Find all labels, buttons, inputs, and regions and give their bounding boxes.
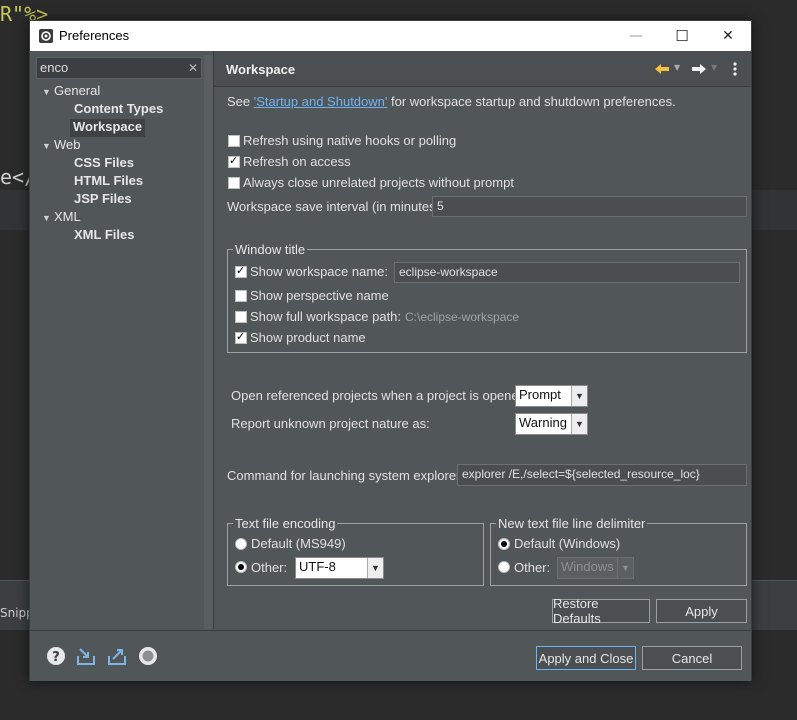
chevron-down-icon[interactable]: ▼ xyxy=(367,558,383,578)
pane-divider[interactable] xyxy=(213,51,214,629)
chevron-down-icon[interactable]: ▼ xyxy=(617,558,633,578)
close-button[interactable]: ✕ xyxy=(705,21,751,51)
tree-item-label: XML xyxy=(54,209,81,224)
refresh-access-checkbox[interactable] xyxy=(228,154,240,168)
show-perspective-name-label[interactable]: Show perspective name xyxy=(250,288,389,303)
encoding-other-radio[interactable] xyxy=(235,561,247,573)
apply-button[interactable]: Apply xyxy=(656,599,747,623)
delimiter-default-radio[interactable] xyxy=(498,538,510,550)
startup-shutdown-link[interactable]: 'Startup and Shutdown' xyxy=(254,94,388,109)
maximize-button[interactable]: ☐ xyxy=(659,21,705,51)
tree-item-jsp-files[interactable]: JSP Files xyxy=(74,191,132,209)
dialog-title: Preferences xyxy=(59,28,130,43)
intro-text: See 'Startup and Shutdown' for workspace… xyxy=(227,94,676,109)
delimiter-select[interactable]: Windows ▼ xyxy=(557,557,634,579)
explorer-command-input[interactable]: explorer /E,/select=${selected_resource_… xyxy=(457,464,747,486)
svg-text:?: ? xyxy=(52,650,60,665)
close-icon: ✕ xyxy=(722,28,734,44)
chevron-down-icon[interactable]: ▼ xyxy=(571,414,587,434)
tree-item-workspace[interactable]: Workspace xyxy=(70,119,146,137)
text-encoding-legend: Text file encoding xyxy=(233,516,338,531)
apply-and-close-button[interactable]: Apply and Close xyxy=(536,646,636,670)
clear-filter-icon[interactable]: ✕ xyxy=(188,61,198,75)
import-icon[interactable] xyxy=(76,646,96,666)
chevron-down-icon[interactable]: ▼ xyxy=(42,213,54,223)
export-icon[interactable] xyxy=(107,646,127,666)
window-title-legend: Window title xyxy=(233,242,308,257)
always-close-label[interactable]: Always close unrelated projects without … xyxy=(243,175,514,190)
page-title: Workspace xyxy=(226,62,296,77)
tree-item-content-types[interactable]: Content Types xyxy=(74,101,163,119)
cancel-button[interactable]: Cancel xyxy=(642,646,742,670)
encoding-default-radio[interactable] xyxy=(235,538,247,550)
open-referenced-select[interactable]: Prompt ▼ xyxy=(515,385,588,407)
back-arrow-icon[interactable] xyxy=(654,63,670,75)
encoding-select[interactable]: UTF-8 ▼ xyxy=(295,557,384,579)
refresh-native-checkbox[interactable] xyxy=(228,135,240,147)
full-path-value: C:\eclipse-workspace xyxy=(405,310,520,324)
report-unknown-value: Warning xyxy=(519,415,567,430)
always-close-checkbox[interactable] xyxy=(228,177,240,189)
page-header: Workspace ▼ ▼ xyxy=(214,51,751,87)
intro-prefix: See xyxy=(227,94,254,109)
save-interval-label: Workspace save interval (in minutes): xyxy=(227,199,444,214)
help-icon[interactable]: ? xyxy=(46,646,66,666)
encoding-default-label[interactable]: Default (MS949) xyxy=(251,536,346,551)
dialog-footer: ? Apply and Close Cancel xyxy=(30,630,751,681)
tree-item-xml[interactable]: ▼ XML xyxy=(42,209,81,227)
chevron-down-icon[interactable]: ▼ xyxy=(42,87,54,97)
minimize-button[interactable]: — xyxy=(613,21,659,51)
show-full-path-checkbox[interactable] xyxy=(235,311,247,323)
chevron-down-icon[interactable]: ▼ xyxy=(42,141,54,151)
report-unknown-label: Report unknown project nature as: xyxy=(231,416,430,431)
tree-item-web[interactable]: ▼ Web xyxy=(42,137,81,155)
tree-item-xml-files[interactable]: XML Files xyxy=(74,227,134,245)
tree-item-html-files[interactable]: HTML Files xyxy=(74,173,143,191)
preferences-app-icon xyxy=(39,29,53,43)
workspace-name-input[interactable]: eclipse-workspace xyxy=(394,262,740,283)
encoding-value: UTF-8 xyxy=(299,559,336,574)
show-workspace-name-checkbox[interactable] xyxy=(235,264,247,278)
restore-defaults-button[interactable]: Restore Defaults xyxy=(552,596,650,626)
open-referenced-value: Prompt xyxy=(519,387,561,402)
back-dropdown-icon[interactable]: ▼ xyxy=(674,63,680,72)
forward-dropdown-icon[interactable]: ▼ xyxy=(711,63,717,72)
maximize-icon: ☐ xyxy=(675,27,689,45)
forward-arrow-icon[interactable] xyxy=(691,63,707,75)
save-interval-input[interactable]: 5 xyxy=(432,196,747,217)
delimiter-other-label[interactable]: Other: xyxy=(514,560,550,575)
tree-item-label: General xyxy=(54,83,101,98)
intro-suffix: for workspace startup and shutdown prefe… xyxy=(387,94,676,109)
explorer-label: Command for launching system explorer: xyxy=(227,468,464,483)
minimize-icon: — xyxy=(629,28,643,44)
preferences-dialog: Preferences — ☐ ✕ enco ✕ ▼ General Conten… xyxy=(29,20,752,681)
open-referenced-label: Open referenced projects when a project … xyxy=(231,388,530,403)
show-workspace-name-label[interactable]: Show workspace name: xyxy=(250,264,388,279)
title-bar: Preferences — ☐ ✕ xyxy=(30,21,751,51)
delimiter-value: Windows xyxy=(561,559,614,574)
delimiter-other-radio[interactable] xyxy=(498,561,510,573)
show-product-name-checkbox[interactable] xyxy=(235,330,247,344)
delimiter-default-label[interactable]: Default (Windows) xyxy=(514,536,620,551)
show-perspective-name-checkbox[interactable] xyxy=(235,290,247,302)
view-menu-icon[interactable] xyxy=(732,61,738,77)
refresh-access-label[interactable]: Refresh on access xyxy=(243,154,351,169)
refresh-native-label[interactable]: Refresh using native hooks or polling xyxy=(243,133,456,148)
report-unknown-select[interactable]: Warning ▼ xyxy=(515,413,588,435)
line-delimiter-legend: New text file line delimiter xyxy=(496,516,648,531)
show-product-name-label[interactable]: Show product name xyxy=(250,330,366,345)
ide-background-top xyxy=(0,0,797,22)
show-full-path-label[interactable]: Show full workspace path: xyxy=(250,309,401,324)
encoding-other-label[interactable]: Other: xyxy=(251,560,287,575)
oomph-icon[interactable] xyxy=(138,646,158,666)
tree-item-css-files[interactable]: CSS Files xyxy=(74,155,134,173)
tree-item-label: Web xyxy=(54,137,81,152)
filter-input[interactable]: enco xyxy=(36,57,202,79)
chevron-down-icon[interactable]: ▼ xyxy=(571,386,587,406)
tree-item-general[interactable]: ▼ General xyxy=(42,83,100,101)
